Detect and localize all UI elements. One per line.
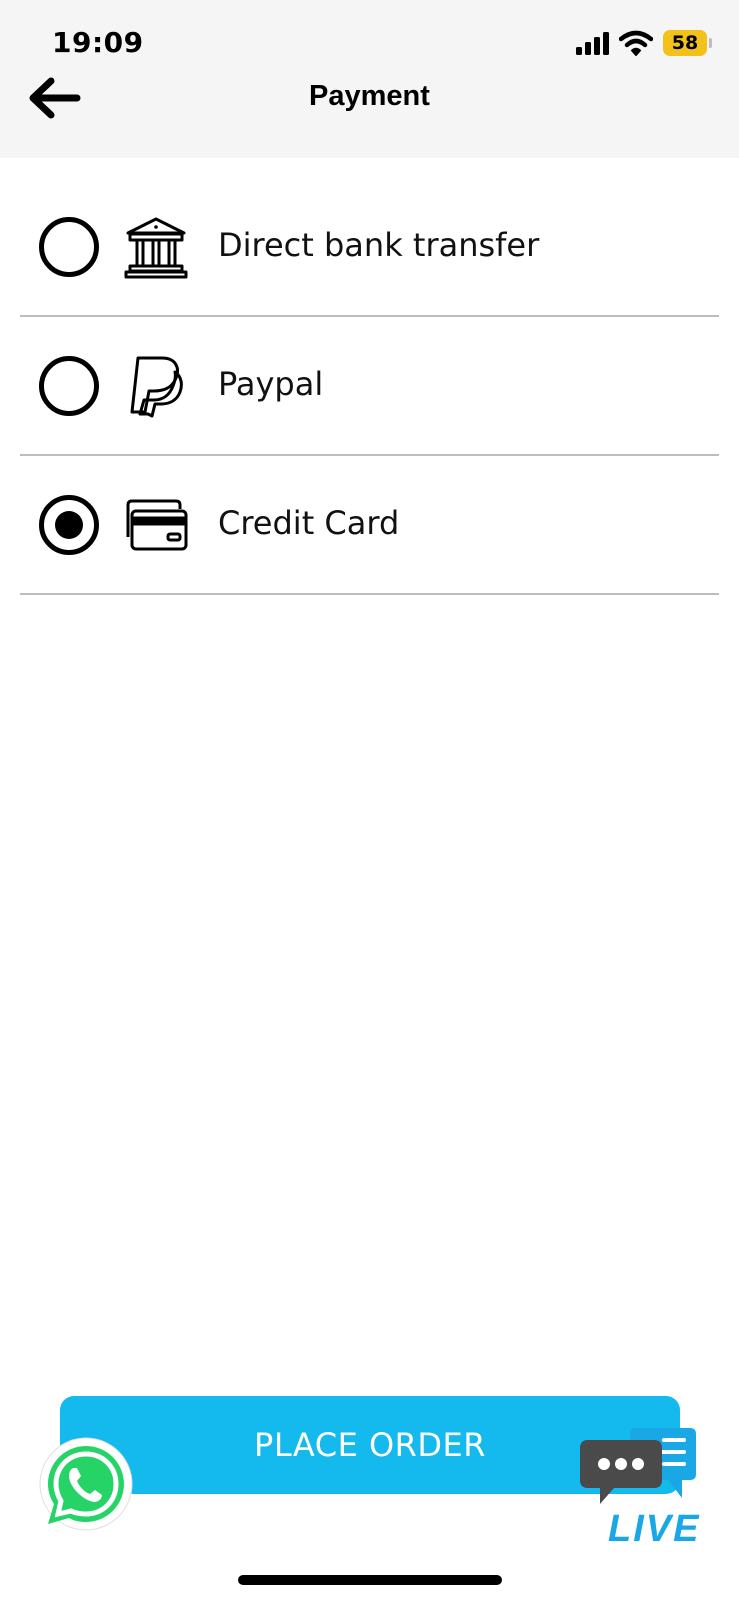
- method-label-bank-transfer: Direct bank transfer: [218, 226, 540, 264]
- radio-paypal[interactable]: [39, 356, 99, 416]
- payment-option-paypal[interactable]: Paypal: [20, 317, 719, 456]
- whatsapp-icon: [39, 1437, 133, 1531]
- paypal-icon: [124, 354, 188, 418]
- payment-option-bank-transfer[interactable]: Direct bank transfer: [20, 178, 719, 317]
- live-label: LIVE: [608, 1508, 701, 1550]
- bank-icon: [124, 215, 188, 279]
- cellular-signal-icon: [576, 31, 609, 55]
- battery-indicator: 58: [663, 30, 712, 56]
- radio-credit-card[interactable]: [39, 495, 99, 555]
- wifi-icon: [619, 30, 653, 56]
- status-icons: 58: [576, 30, 712, 56]
- method-label-credit-card: Credit Card: [218, 504, 400, 542]
- credit-card-icon: [124, 493, 188, 557]
- payment-methods-list: Direct bank transfer Paypal Credit Card: [20, 178, 719, 595]
- method-label-paypal: Paypal: [218, 365, 324, 403]
- home-indicator: [238, 1575, 502, 1585]
- page-title: Payment: [309, 80, 430, 112]
- radio-bank-transfer[interactable]: [39, 217, 99, 277]
- whatsapp-button[interactable]: [34, 1436, 134, 1536]
- app-header: 19:09 58 Payment: [0, 0, 739, 158]
- status-time: 19:09: [52, 26, 144, 59]
- payment-option-credit-card[interactable]: Credit Card: [20, 456, 719, 595]
